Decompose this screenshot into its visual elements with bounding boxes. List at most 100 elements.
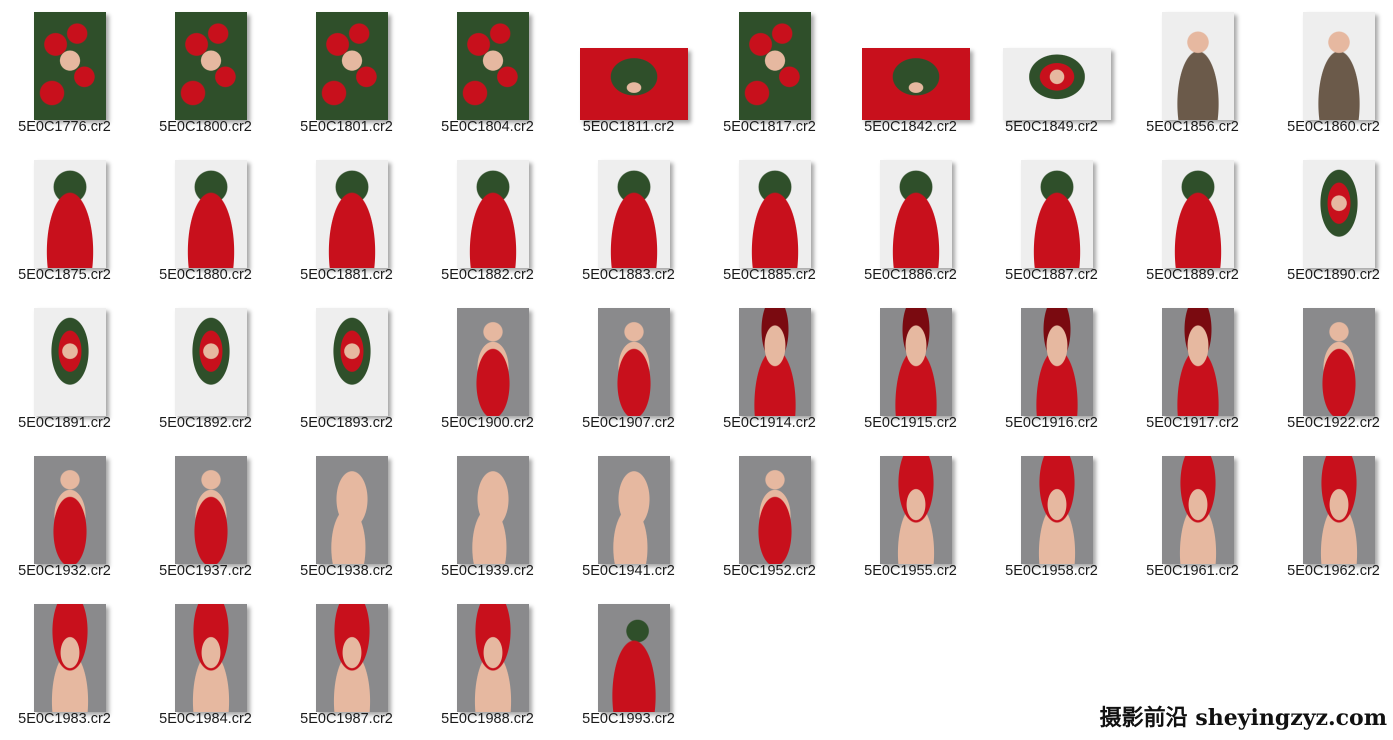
- photo-thumbnail[interactable]: [456, 12, 529, 120]
- file-item[interactable]: 5E0C1961.cr2: [1128, 444, 1269, 592]
- file-item[interactable]: 5E0C1914.cr2: [705, 296, 846, 444]
- file-item[interactable]: 5E0C1922.cr2: [1269, 296, 1393, 444]
- file-item[interactable]: 5E0C1917.cr2: [1128, 296, 1269, 444]
- photo-thumbnail[interactable]: [1302, 456, 1375, 564]
- file-item[interactable]: 5E0C1881.cr2: [282, 148, 423, 296]
- file-item[interactable]: 5E0C1875.cr2: [0, 148, 141, 296]
- photo-thumbnail[interactable]: [1302, 308, 1375, 416]
- photo-thumbnail[interactable]: [879, 456, 952, 564]
- file-item[interactable]: 5E0C1939.cr2: [423, 444, 564, 592]
- file-item[interactable]: 5E0C1804.cr2: [423, 0, 564, 148]
- photo-thumbnail[interactable]: [597, 160, 670, 268]
- file-item[interactable]: 5E0C1776.cr2: [0, 0, 141, 148]
- file-item[interactable]: 5E0C1886.cr2: [846, 148, 987, 296]
- file-item[interactable]: 5E0C1811.cr2: [564, 0, 705, 148]
- photo-thumbnail[interactable]: [33, 308, 106, 416]
- file-item[interactable]: 5E0C1916.cr2: [987, 296, 1128, 444]
- file-item[interactable]: 5E0C1932.cr2: [0, 444, 141, 592]
- photo-thumbnail[interactable]: [1002, 48, 1111, 120]
- photo-thumbnail[interactable]: [1020, 160, 1093, 268]
- photo-thumbnail[interactable]: [1161, 160, 1234, 268]
- file-item[interactable]: 5E0C1987.cr2: [282, 592, 423, 740]
- file-item[interactable]: 5E0C1938.cr2: [282, 444, 423, 592]
- file-item[interactable]: 5E0C1801.cr2: [282, 0, 423, 148]
- thumbnail-frame: [4, 158, 135, 268]
- thumbnail-frame: [286, 602, 417, 712]
- photo-thumbnail[interactable]: [315, 12, 388, 120]
- file-item[interactable]: 5E0C1891.cr2: [0, 296, 141, 444]
- photo-thumbnail[interactable]: [738, 12, 811, 120]
- file-item[interactable]: 5E0C1800.cr2: [141, 0, 282, 148]
- photo-thumbnail[interactable]: [597, 604, 670, 712]
- photo-thumbnail[interactable]: [1161, 12, 1234, 120]
- file-item[interactable]: 5E0C1880.cr2: [141, 148, 282, 296]
- photo-thumbnail[interactable]: [597, 308, 670, 416]
- photo-thumbnail[interactable]: [315, 308, 388, 416]
- photo-thumbnail[interactable]: [879, 160, 952, 268]
- photo-thumbnail[interactable]: [174, 12, 247, 120]
- photo-thumbnail[interactable]: [33, 456, 106, 564]
- file-item[interactable]: 5E0C1849.cr2: [987, 0, 1128, 148]
- file-name: 5E0C1984.cr2: [159, 711, 252, 727]
- photo-thumbnail[interactable]: [579, 48, 688, 120]
- file-item[interactable]: 5E0C1885.cr2: [705, 148, 846, 296]
- photo-thumbnail[interactable]: [315, 604, 388, 712]
- file-item[interactable]: 5E0C1993.cr2: [564, 592, 705, 740]
- file-item[interactable]: 5E0C1984.cr2: [141, 592, 282, 740]
- file-item[interactable]: 5E0C1883.cr2: [564, 148, 705, 296]
- thumbnail-frame: [427, 158, 558, 268]
- photo-thumbnail[interactable]: [738, 456, 811, 564]
- file-name: 5E0C1914.cr2: [723, 415, 816, 431]
- file-item[interactable]: 5E0C1890.cr2: [1269, 148, 1393, 296]
- file-item[interactable]: 5E0C1882.cr2: [423, 148, 564, 296]
- file-item[interactable]: 5E0C1915.cr2: [846, 296, 987, 444]
- photo-thumbnail[interactable]: [456, 308, 529, 416]
- file-item[interactable]: 5E0C1955.cr2: [846, 444, 987, 592]
- file-item[interactable]: 5E0C1958.cr2: [987, 444, 1128, 592]
- file-item[interactable]: 5E0C1892.cr2: [141, 296, 282, 444]
- photo-thumbnail[interactable]: [738, 160, 811, 268]
- file-item[interactable]: 5E0C1937.cr2: [141, 444, 282, 592]
- photo-thumbnail[interactable]: [1302, 160, 1375, 268]
- file-item[interactable]: 5E0C1887.cr2: [987, 148, 1128, 296]
- photo-thumbnail[interactable]: [456, 604, 529, 712]
- photo-thumbnail[interactable]: [879, 308, 952, 416]
- thumbnail-frame: [1132, 10, 1263, 120]
- file-item[interactable]: 5E0C1962.cr2: [1269, 444, 1393, 592]
- photo-thumbnail[interactable]: [597, 456, 670, 564]
- thumbnail-frame: [850, 10, 981, 120]
- photo-thumbnail[interactable]: [174, 160, 247, 268]
- file-item[interactable]: 5E0C1893.cr2: [282, 296, 423, 444]
- file-item[interactable]: 5E0C1900.cr2: [423, 296, 564, 444]
- file-item[interactable]: 5E0C1988.cr2: [423, 592, 564, 740]
- photo-thumbnail[interactable]: [861, 48, 970, 120]
- file-item[interactable]: 5E0C1952.cr2: [705, 444, 846, 592]
- photo-thumbnail[interactable]: [315, 456, 388, 564]
- file-item[interactable]: 5E0C1860.cr2: [1269, 0, 1393, 148]
- file-item[interactable]: 5E0C1941.cr2: [564, 444, 705, 592]
- photo-thumbnail[interactable]: [33, 12, 106, 120]
- photo-thumbnail[interactable]: [1020, 308, 1093, 416]
- file-item[interactable]: 5E0C1856.cr2: [1128, 0, 1269, 148]
- photo-thumbnail[interactable]: [456, 456, 529, 564]
- file-item[interactable]: 5E0C1817.cr2: [705, 0, 846, 148]
- file-item[interactable]: 5E0C1983.cr2: [0, 592, 141, 740]
- photo-thumbnail[interactable]: [456, 160, 529, 268]
- file-name: 5E0C1922.cr2: [1287, 415, 1380, 431]
- photo-thumbnail[interactable]: [174, 456, 247, 564]
- photo-thumbnail[interactable]: [174, 308, 247, 416]
- photo-thumbnail[interactable]: [738, 308, 811, 416]
- file-name: 5E0C1800.cr2: [159, 119, 252, 135]
- file-item[interactable]: 5E0C1907.cr2: [564, 296, 705, 444]
- photo-thumbnail[interactable]: [174, 604, 247, 712]
- photo-thumbnail[interactable]: [1020, 456, 1093, 564]
- photo-thumbnail[interactable]: [1302, 12, 1375, 120]
- file-item[interactable]: 5E0C1842.cr2: [846, 0, 987, 148]
- file-name: 5E0C1887.cr2: [1005, 267, 1098, 283]
- photo-thumbnail[interactable]: [33, 604, 106, 712]
- photo-thumbnail[interactable]: [315, 160, 388, 268]
- photo-thumbnail[interactable]: [1161, 308, 1234, 416]
- photo-thumbnail[interactable]: [1161, 456, 1234, 564]
- file-item[interactable]: 5E0C1889.cr2: [1128, 148, 1269, 296]
- photo-thumbnail[interactable]: [33, 160, 106, 268]
